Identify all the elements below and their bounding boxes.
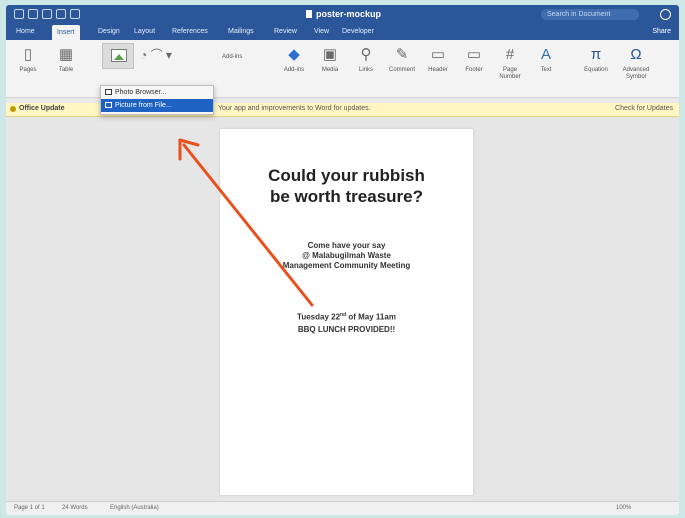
autosave-icon[interactable]	[14, 9, 24, 19]
addins-button[interactable]: ◆ Add-ins	[276, 44, 312, 94]
word-window: poster-mockup Search in Document Home In…	[6, 5, 679, 515]
infobar-title: Office Update	[19, 105, 65, 112]
status-bar: Page 1 of 1 24 Words English (Australia)…	[6, 501, 679, 515]
picture-from-file-menu-item[interactable]: Picture from File...	[101, 99, 213, 112]
header-button[interactable]: ▭ Header	[420, 44, 456, 94]
document-title: poster-mockup	[306, 9, 381, 19]
pictures-menu: Photo Browser... Picture from File...	[100, 85, 214, 115]
page-icon: ▯	[23, 46, 33, 63]
save-icon[interactable]	[28, 9, 38, 19]
picture-file-icon	[105, 102, 112, 108]
document-icon	[306, 10, 312, 18]
print-icon[interactable]	[70, 9, 80, 19]
picture-icon	[111, 49, 127, 62]
table-icon: ▦	[58, 46, 74, 63]
search-input[interactable]: Search in Document	[541, 9, 639, 20]
addins-dropdown[interactable]: Add-ins	[222, 54, 242, 60]
footer-icon: ▭	[466, 46, 482, 63]
photo-browser-menu-item[interactable]: Photo Browser...	[101, 86, 213, 99]
tab-view[interactable]: View	[314, 28, 329, 35]
media-button[interactable]: ▣ Media	[312, 44, 348, 94]
redo-icon[interactable]	[56, 9, 66, 19]
tab-home[interactable]: Home	[16, 28, 35, 35]
addins-icon: ◆	[288, 46, 300, 63]
language-indicator[interactable]: English (Australia)	[110, 505, 159, 511]
document-page[interactable]: Could your rubbish be worth treasure? Co…	[220, 129, 473, 495]
infobar-message: Your app and improvements to Word for up…	[218, 105, 371, 112]
shapes-icon[interactable]: ◔ ⌒ ▾	[140, 46, 172, 63]
feedback-smiley-icon[interactable]	[660, 9, 671, 20]
word-count: 24 Words	[62, 505, 88, 511]
page-number-button[interactable]: # Page Number	[492, 44, 528, 94]
check-updates-button[interactable]: Check for Updates	[615, 105, 673, 112]
poster-event-details: Tuesday 22nd of May 11am BBQ LUNCH PROVI…	[297, 312, 396, 334]
omega-icon: Ω	[630, 46, 642, 63]
media-icon: ▣	[322, 46, 338, 63]
equation-button[interactable]: π Equation	[578, 44, 614, 94]
page-count: Page 1 of 1	[14, 505, 45, 511]
text-button[interactable]: A Text	[528, 44, 564, 94]
pictures-button[interactable]	[102, 43, 134, 69]
info-icon	[10, 106, 16, 112]
tab-design[interactable]: Design	[98, 28, 120, 35]
pages-button[interactable]: ▯ Pages	[10, 44, 46, 94]
table-button[interactable]: ▦ Table	[48, 44, 84, 94]
ribbon-tabs: Home Insert Design Layout References Mai…	[6, 25, 679, 40]
text-icon: A	[540, 46, 551, 63]
photo-browser-icon	[105, 89, 112, 95]
comment-icon: ✎	[395, 46, 409, 63]
tab-mailings[interactable]: Mailings	[228, 28, 254, 35]
zoom-level[interactable]: 100%	[616, 505, 631, 511]
tab-developer[interactable]: Developer	[342, 28, 374, 35]
links-button[interactable]: ⚲ Links	[348, 44, 384, 94]
tab-references[interactable]: References	[172, 28, 208, 35]
poster-headline: Could your rubbish be worth treasure?	[268, 166, 425, 206]
page-number-icon: #	[505, 46, 515, 63]
tab-review[interactable]: Review	[274, 28, 297, 35]
tab-insert[interactable]: Insert	[52, 25, 80, 40]
footer-button[interactable]: ▭ Footer	[456, 44, 492, 94]
header-icon: ▭	[430, 46, 446, 63]
symbol-button[interactable]: Ω Advanced Symbol	[618, 44, 654, 94]
title-bar: poster-mockup Search in Document	[6, 5, 679, 25]
link-icon: ⚲	[360, 46, 372, 63]
undo-icon[interactable]	[42, 9, 52, 19]
poster-invitation: Come have your say @ Malabugilmah Waste …	[282, 241, 411, 270]
document-workspace: Could your rubbish be worth treasure? Co…	[6, 117, 679, 501]
pi-icon: π	[590, 46, 602, 63]
share-button[interactable]: Share	[652, 28, 671, 35]
comment-button[interactable]: ✎ Comment	[384, 44, 420, 94]
tab-layout[interactable]: Layout	[134, 28, 155, 35]
